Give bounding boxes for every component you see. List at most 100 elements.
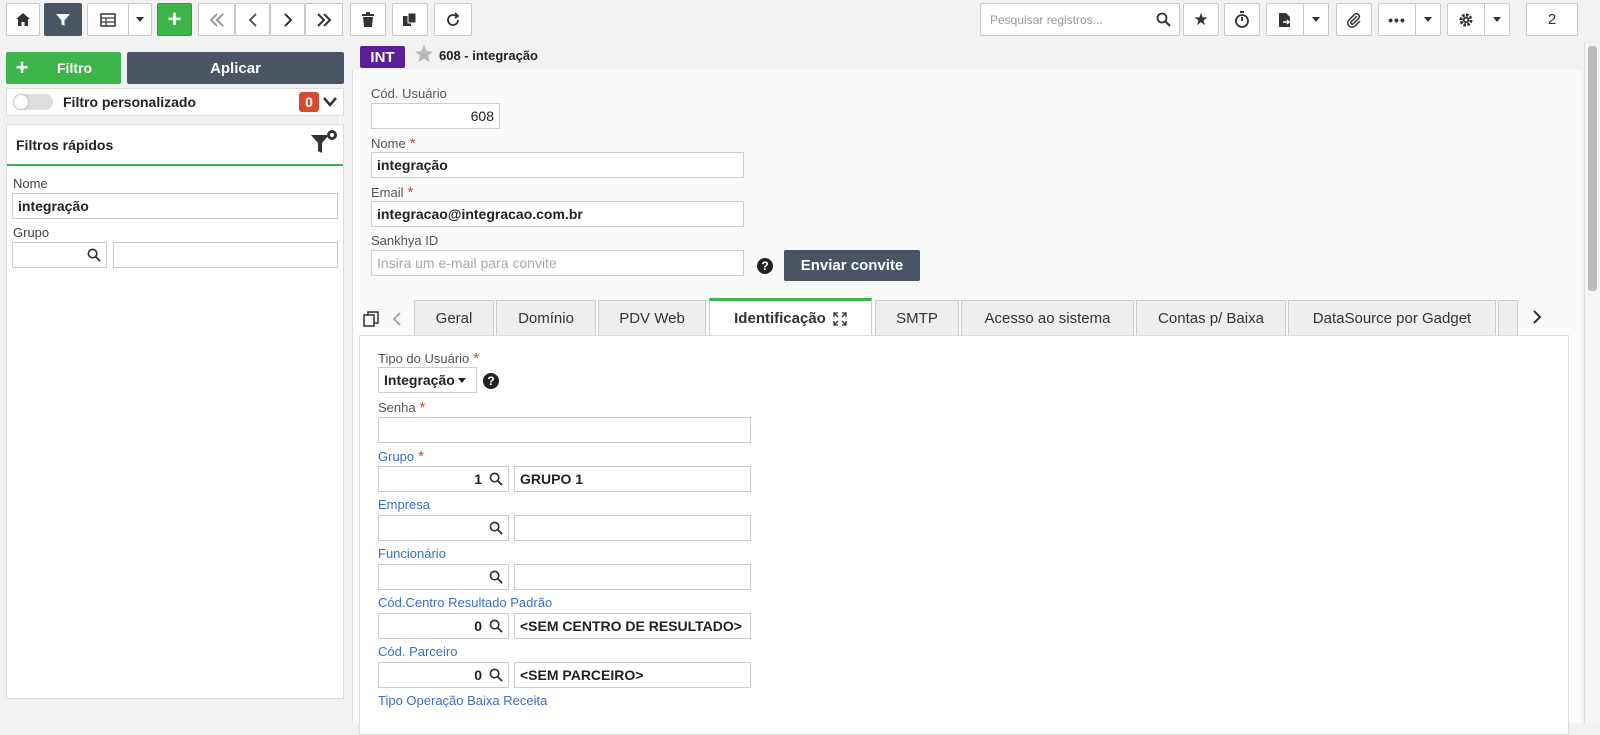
help-icon[interactable]: ? — [483, 373, 499, 389]
search-icon[interactable] — [489, 668, 503, 682]
add-filter-button[interactable]: + Filtro — [6, 52, 121, 84]
attachment-button[interactable] — [1336, 3, 1372, 36]
delete-button[interactable] — [350, 3, 386, 36]
settings-button[interactable] — [1447, 3, 1510, 36]
tab-contas-baixa[interactable]: Contas p/ Baixa — [1136, 300, 1286, 336]
search-box[interactable] — [980, 3, 1180, 36]
required-mark: * — [419, 399, 426, 416]
cod-usuario-field[interactable]: 608 — [371, 103, 500, 129]
double-chevron-left-icon — [209, 12, 224, 27]
funcionario-code-field[interactable] — [378, 564, 509, 590]
tab-identificacao[interactable]: Identificação — [709, 298, 872, 336]
export-button[interactable] — [1266, 3, 1329, 36]
tab-pdv-web[interactable]: PDV Web — [598, 300, 706, 336]
send-invite-button[interactable]: Enviar convite — [784, 250, 920, 281]
ellipsis-icon: ••• — [1388, 11, 1406, 28]
centro-resultado-label[interactable]: Cód.Centro Resultado Padrão — [378, 595, 552, 610]
quick-filters-panel: Filtros rápidos Nome integração Grupo — [6, 124, 344, 699]
custom-filter-count-badge: 0 — [299, 92, 319, 112]
tab-smtp[interactable]: SMTP — [875, 300, 959, 336]
search-input[interactable] — [988, 11, 1156, 28]
copy-icon — [403, 12, 417, 26]
search-icon[interactable] — [489, 521, 503, 535]
cod-usuario-label: Cód. Usuário — [371, 86, 447, 101]
next-record-button[interactable] — [270, 3, 305, 36]
required-mark: * — [407, 184, 414, 201]
funcionario-name-field[interactable] — [514, 564, 751, 590]
tipo-operacao-baixa-label[interactable]: Tipo Operação Baixa Receita — [378, 693, 547, 708]
plus-icon: + — [15, 55, 29, 80]
tab-bar: Geral Domínio PDV Web Identificação SMTP… — [353, 298, 1583, 336]
senha-label: Senha * — [378, 399, 426, 416]
tab-geral[interactable]: Geral — [414, 300, 494, 336]
identificacao-panel: Tipo do Usuário * Integração ? Senha * Gru… — [359, 335, 1569, 735]
refresh-button[interactable] — [434, 3, 472, 36]
empresa-name-field[interactable] — [514, 515, 751, 541]
centro-resultado-name-field[interactable]: <SEM CENTRO DE RESULTADO> — [514, 613, 751, 639]
custom-filter-row: Filtro personalizado 0 — [6, 88, 344, 116]
quick-filter-grupo-name-input[interactable] — [113, 242, 338, 268]
custom-filter-label: Filtro personalizado — [63, 94, 197, 110]
search-icon[interactable] — [87, 248, 101, 262]
quick-filter-grupo-code-input[interactable] — [12, 242, 107, 268]
record-title: 608 - integração — [439, 48, 538, 63]
quick-filter-grupo-label: Grupo — [13, 225, 50, 240]
parceiro-name-field[interactable]: <SEM PARCEIRO> — [514, 662, 751, 688]
chevron-right-icon[interactable] — [1532, 310, 1542, 324]
required-mark: * — [473, 350, 480, 367]
add-record-button[interactable]: + — [157, 3, 192, 36]
quick-filter-nome-label: Nome — [13, 176, 48, 191]
favorite-button[interactable]: ★ — [1183, 3, 1219, 36]
funcionario-label[interactable]: Funcionário — [378, 546, 446, 561]
tab-acesso-ao-sistema[interactable]: Acesso ao sistema — [961, 300, 1134, 336]
search-icon[interactable] — [1156, 12, 1171, 27]
scrollbar[interactable] — [1584, 42, 1600, 723]
record-type-badge: INT — [360, 46, 405, 68]
chevron-left-icon[interactable] — [392, 312, 402, 326]
grupo-label[interactable]: Grupo * — [378, 448, 424, 465]
grupo-code-field[interactable]: 1 — [378, 466, 509, 492]
parceiro-label[interactable]: Cód. Parceiro — [378, 644, 457, 659]
copy-icon[interactable] — [363, 311, 379, 327]
grid-view-button[interactable] — [87, 3, 152, 36]
previous-record-button[interactable] — [235, 3, 270, 36]
filter-toggle-button[interactable] — [44, 3, 82, 36]
paperclip-icon — [1347, 12, 1361, 28]
scrollbar-thumb[interactable] — [1588, 46, 1597, 291]
plus-icon: + — [167, 5, 182, 33]
tipo-usuario-select[interactable]: Integração — [378, 367, 477, 393]
sankhya-id-field[interactable]: Insira um e-mail para convite — [371, 250, 744, 276]
parceiro-code-field[interactable]: 0 — [378, 662, 509, 688]
custom-filter-toggle[interactable] — [13, 94, 53, 110]
empresa-code-field[interactable] — [378, 515, 509, 541]
help-icon[interactable]: ? — [757, 258, 773, 274]
required-mark: * — [409, 135, 416, 152]
funnel-settings-icon[interactable] — [309, 129, 339, 157]
last-record-button[interactable] — [305, 3, 343, 36]
first-record-button[interactable] — [198, 3, 235, 36]
tab-dominio[interactable]: Domínio — [496, 300, 596, 336]
search-icon[interactable] — [489, 570, 503, 584]
home-icon — [16, 13, 30, 26]
grupo-name-field[interactable]: GRUPO 1 — [514, 466, 751, 492]
search-icon[interactable] — [489, 619, 503, 633]
gear-icon — [1459, 13, 1473, 26]
record-count-indicator[interactable]: 2 — [1526, 3, 1578, 36]
timer-button[interactable] — [1224, 3, 1260, 36]
star-outline-icon[interactable] — [414, 44, 434, 64]
tab-datasource-gadget[interactable]: DataSource por Gadget — [1288, 300, 1496, 336]
duplicate-button[interactable] — [392, 3, 428, 36]
quick-filter-nome-input[interactable]: integração — [12, 193, 338, 219]
more-actions-button[interactable]: ••• — [1378, 3, 1441, 36]
centro-resultado-code-field[interactable]: 0 — [378, 613, 509, 639]
nome-field[interactable]: integração — [371, 152, 744, 178]
email-label: Email * — [371, 184, 414, 201]
search-icon[interactable] — [489, 472, 503, 486]
empresa-label[interactable]: Empresa — [378, 497, 430, 512]
senha-field[interactable] — [378, 417, 751, 443]
chevron-down-icon[interactable] — [323, 97, 337, 107]
expand-icon[interactable] — [833, 311, 847, 326]
apply-filter-button[interactable]: Aplicar — [127, 52, 344, 84]
email-field[interactable]: integracao@integracao.com.br — [371, 201, 744, 227]
home-button[interactable] — [6, 3, 40, 36]
